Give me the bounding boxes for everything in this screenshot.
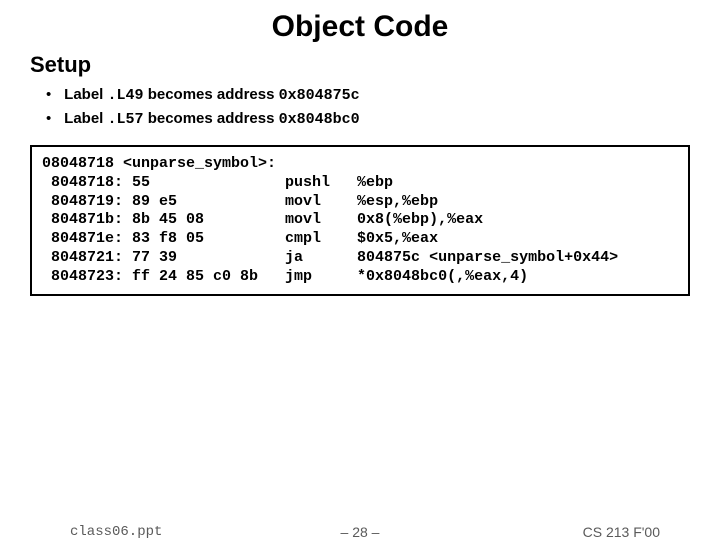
bullet-code: 0x804875c — [279, 87, 360, 104]
bullet-item: • Label .L49 becomes address 0x804875c — [46, 84, 720, 108]
bullet-mid: becomes address — [144, 110, 279, 127]
bullet-prefix: Label — [64, 86, 107, 103]
footer-course: CS 213 F'00 — [583, 524, 660, 540]
bullet-dot-icon: • — [46, 84, 60, 107]
bullet-dot-icon: • — [46, 108, 60, 131]
page-title: Object Code — [0, 0, 720, 52]
bullet-code: .L49 — [108, 87, 144, 104]
section-heading: Setup — [0, 52, 720, 84]
code-block: 08048718 <unparse_symbol>: 8048718: 55 p… — [30, 145, 690, 296]
bullet-code: 0x8048bc0 — [279, 111, 360, 128]
bullet-code: .L57 — [108, 111, 144, 128]
bullet-mid: becomes address — [144, 86, 279, 103]
bullet-prefix: Label — [64, 110, 107, 127]
bullet-item: • Label .L57 becomes address 0x8048bc0 — [46, 108, 720, 132]
bullet-list: • Label .L49 becomes address 0x804875c •… — [0, 84, 720, 141]
